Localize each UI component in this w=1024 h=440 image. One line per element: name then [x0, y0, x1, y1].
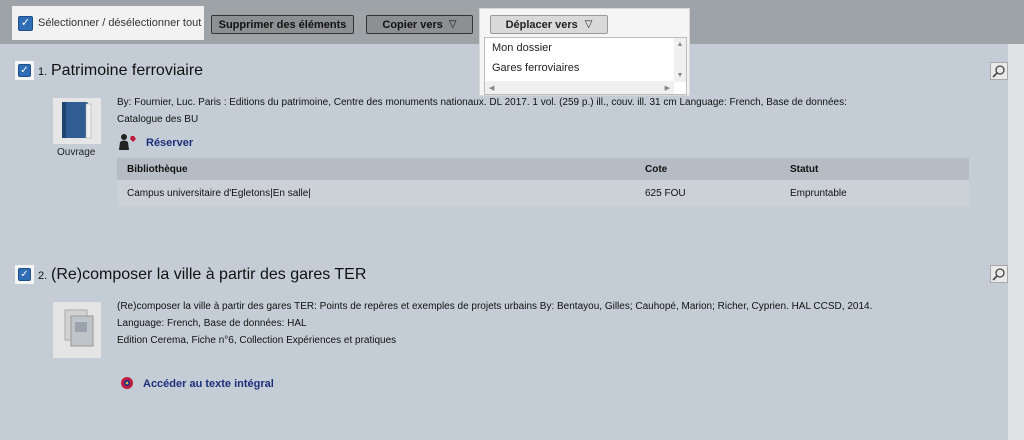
reserve-icon[interactable] — [118, 133, 138, 151]
select-all-control[interactable]: ✓ Sélectionner / désélectionner tout — [12, 6, 204, 40]
holdings-cell-status: Empruntable — [790, 187, 847, 199]
book-icon — [62, 102, 92, 139]
scroll-left-icon[interactable]: ◀ — [489, 84, 494, 92]
record-2-number: 2. — [38, 270, 48, 282]
table-row: Campus universitaire d'Egletons|En salle… — [117, 180, 969, 206]
fulltext-link[interactable]: Accéder au texte intégral — [143, 378, 274, 390]
record-2-metadata: (Re)composer la ville à partir des gares… — [117, 298, 967, 349]
holdings-header-library: Bibliothèque — [127, 163, 188, 175]
record-1-meta-line: By: Fournier, Luc. Paris : Editions du p… — [117, 97, 847, 108]
scroll-up-icon[interactable]: ▲ — [677, 41, 684, 48]
triangle-down-icon: ▽ — [584, 19, 593, 30]
record-2-meta-line: Language: French, Base de données: HAL — [117, 318, 307, 329]
listbox-horizontal-scrollbar[interactable]: ◀ ▶ — [485, 81, 674, 94]
holdings-header-row: Bibliothèque Cote Statut — [117, 158, 969, 180]
listbox-vertical-scrollbar[interactable]: ▲ ▼ — [674, 38, 686, 82]
triangle-down-icon: ▽ — [448, 19, 457, 30]
fulltext-icon[interactable] — [119, 375, 135, 391]
move-to-label: Déplacer vers — [505, 18, 578, 31]
copy-to-label: Copier vers — [382, 18, 443, 31]
record-1-metadata: By: Fournier, Luc. Paris : Editions du p… — [117, 94, 967, 128]
reserve-link[interactable]: Réserver — [146, 137, 193, 149]
holdings-header-status: Statut — [790, 163, 819, 175]
delete-items-label: Supprimer des éléments — [218, 18, 347, 31]
delete-items-button[interactable]: Supprimer des éléments — [211, 15, 354, 34]
scroll-down-icon[interactable]: ▼ — [677, 72, 684, 79]
move-to-panel: Déplacer vers ▽ Mon dossier Gares ferrov… — [479, 8, 690, 96]
record-1-meta-line: Catalogue des BU — [117, 114, 199, 125]
magnifier-icon[interactable] — [990, 62, 1008, 80]
scroll-gutter — [1008, 0, 1024, 440]
holdings-cell-call-number: 625 FOU — [645, 187, 686, 199]
move-option-my-folder[interactable]: Mon dossier — [485, 38, 686, 58]
record-1-title[interactable]: Patrimoine ferroviaire — [51, 62, 203, 80]
record-1-number: 1. — [38, 66, 48, 78]
move-to-button[interactable]: Déplacer vers ▽ — [490, 15, 608, 34]
move-to-listbox[interactable]: Mon dossier Gares ferroviaires ▲ ▼ ◀ ▶ — [484, 37, 687, 95]
scroll-right-icon[interactable]: ▶ — [665, 84, 670, 92]
document-thumbnail — [53, 302, 101, 358]
holdings-header-call-number: Cote — [645, 163, 668, 175]
record-2-checkbox-frame[interactable]: ✓ — [15, 265, 34, 284]
copy-to-button[interactable]: Copier vers ▽ — [366, 15, 473, 34]
select-all-checkbox[interactable]: ✓ — [18, 15, 33, 31]
holdings-table: Bibliothèque Cote Statut Campus universi… — [117, 158, 969, 206]
select-all-label: Sélectionner / désélectionner tout — [38, 17, 202, 29]
book-thumbnail — [53, 98, 101, 144]
record-2-title[interactable]: (Re)composer la ville à partir des gares… — [51, 266, 366, 284]
record-type-label: Ouvrage — [57, 147, 96, 158]
record-2-meta-line: Edition Cerema, Fiche n°6, Collection Ex… — [117, 335, 397, 346]
record-1-checkbox[interactable]: ✓ — [18, 64, 31, 77]
magnifier-icon[interactable] — [990, 265, 1008, 283]
record-2-meta-line: (Re)composer la ville à partir des gares… — [117, 301, 873, 312]
record-1-checkbox-frame[interactable]: ✓ — [15, 61, 34, 80]
move-option-train-stations[interactable]: Gares ferroviaires — [485, 58, 686, 78]
holdings-cell-library: Campus universitaire d'Egletons|En salle… — [127, 187, 311, 199]
document-icon — [64, 309, 94, 347]
record-2-checkbox[interactable]: ✓ — [18, 268, 31, 281]
